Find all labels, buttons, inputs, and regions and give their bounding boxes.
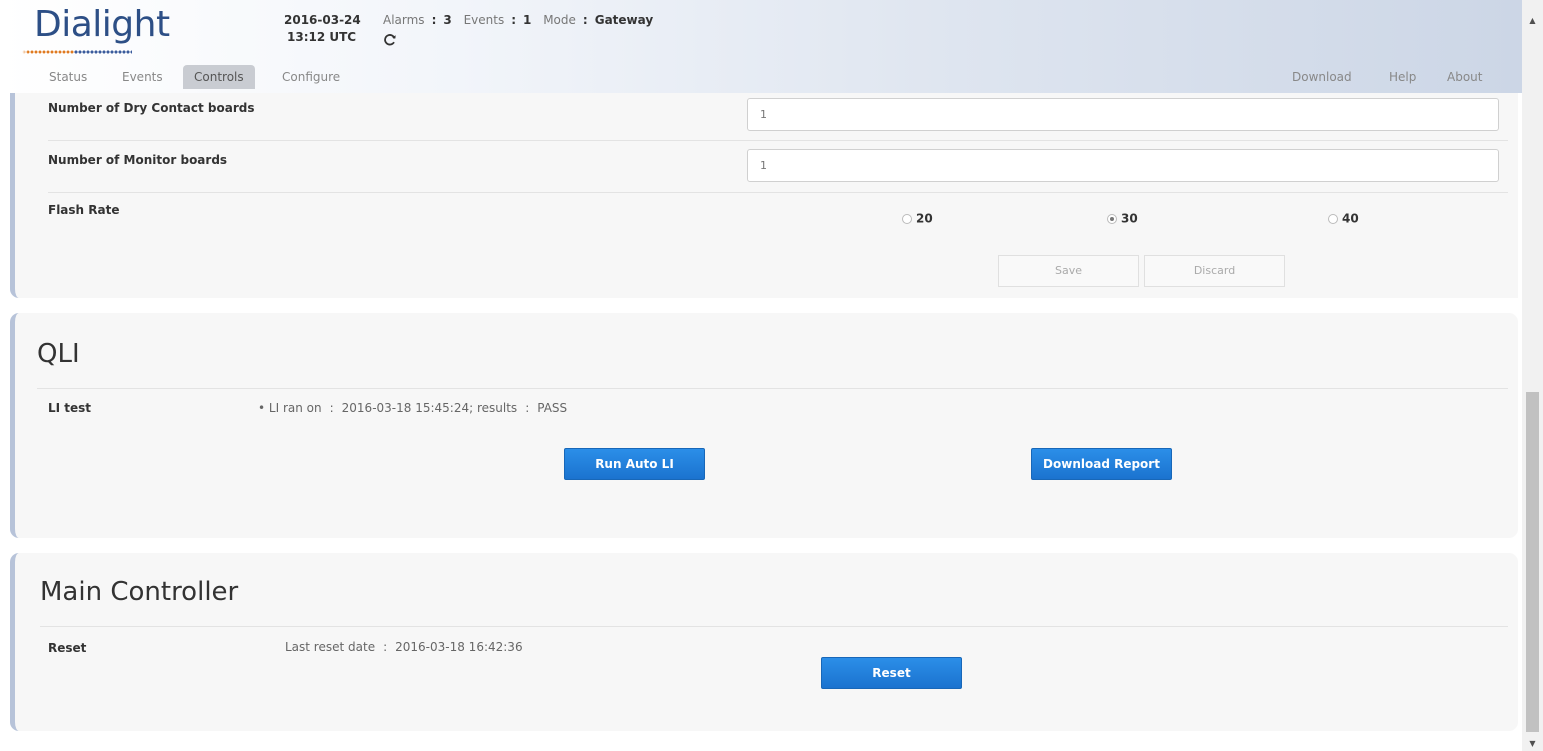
tab-events[interactable]: Events	[111, 65, 174, 89]
reset-button[interactable]: Reset	[821, 657, 962, 689]
last-reset-info: Last reset date:2016-03-18 16:42:36	[285, 640, 523, 654]
monitor-boards-input[interactable]	[747, 149, 1499, 182]
refresh-icon[interactable]	[383, 33, 397, 47]
nav-about[interactable]: About	[1436, 65, 1493, 89]
qli-panel: QLI LI test • LI ran on:2016-03-18 15:45…	[10, 313, 1518, 538]
li-ran-on-value: 2016-03-18 15:45:24;	[341, 401, 474, 415]
row-divider	[48, 192, 1508, 193]
alarms-count[interactable]: 3	[443, 13, 451, 27]
app-header: Dialight 2016-03-24 13:12 UTC Alarms:3 E…	[0, 0, 1522, 93]
dialight-logo: Dialight	[22, 3, 214, 63]
flash-rate-option-40[interactable]: 40	[1328, 208, 1359, 226]
section-divider	[37, 388, 1508, 389]
refresh-icon-graphic	[384, 34, 396, 46]
flash-rate-option-20[interactable]: 20	[902, 208, 933, 226]
main-controller-panel: Main Controller Reset Last reset date:20…	[10, 553, 1518, 731]
li-results-label: results	[476, 401, 518, 415]
li-results-value: PASS	[537, 401, 568, 415]
board-settings-panel: Number of Dry Contact boards Number of M…	[10, 60, 1518, 298]
app-window: Number of Dry Contact boards Number of M…	[0, 0, 1543, 751]
main-controller-section-title: Main Controller	[40, 577, 239, 607]
vertical-scrollbar[interactable]: ▲ ▼	[1522, 0, 1543, 751]
header-date: 2016-03-24	[284, 13, 361, 27]
alarms-label: Alarms	[383, 13, 425, 27]
monitor-boards-label: Number of Monitor boards	[48, 153, 228, 167]
run-auto-li-button[interactable]: Run Auto LI	[564, 448, 705, 480]
header-status: Alarms:3 Events:1 Mode: Gateway	[383, 13, 654, 27]
scrollbar-thumb[interactable]	[1526, 392, 1539, 732]
header-time: 13:12 UTC	[287, 30, 357, 44]
radio-button[interactable]	[1328, 213, 1338, 224]
download-report-button[interactable]: Download Report	[1031, 448, 1172, 480]
radio-button[interactable]	[902, 213, 912, 224]
tab-controls[interactable]: Controls	[183, 65, 255, 89]
mode-label: Mode	[543, 13, 576, 27]
logo-text: Dialight	[34, 4, 170, 45]
section-divider	[40, 626, 1508, 627]
tab-status[interactable]: Status	[38, 65, 98, 89]
last-reset-label: Last reset date	[285, 640, 376, 654]
bullet: •	[258, 401, 266, 415]
dry-contact-label: Number of Dry Contact boards	[48, 101, 255, 115]
scroll-up-arrow-icon[interactable]: ▲	[1522, 12, 1543, 29]
save-button[interactable]: Save	[998, 255, 1139, 287]
qli-section-title: QLI	[37, 339, 80, 369]
tab-configure[interactable]: Configure	[271, 65, 351, 89]
events-count[interactable]: 1	[523, 13, 531, 27]
mode-value: Gateway	[594, 13, 654, 27]
li-test-info: • LI ran on:2016-03-18 15:45:24; results…	[258, 401, 568, 415]
nav-download[interactable]: Download	[1281, 65, 1363, 89]
nav-help[interactable]: Help	[1378, 65, 1427, 89]
radio-button-selected[interactable]	[1107, 213, 1117, 224]
row-divider	[48, 140, 1508, 141]
events-label: Events	[463, 13, 505, 27]
li-ran-on-label: LI ran on	[268, 401, 322, 415]
scroll-down-arrow-icon[interactable]: ▼	[1522, 735, 1543, 751]
logo-dots-blue	[74, 49, 132, 55]
last-reset-value: 2016-03-18 16:42:36	[395, 640, 523, 654]
dry-contact-boards-input[interactable]	[747, 98, 1499, 131]
main-nav: Status Events Controls Configure Downloa…	[0, 62, 1522, 92]
flash-rate-option-30[interactable]: 30	[1107, 208, 1138, 226]
discard-button[interactable]: Discard	[1144, 255, 1285, 287]
li-test-label: LI test	[48, 401, 92, 415]
reset-label: Reset	[48, 641, 87, 655]
flash-rate-label: Flash Rate	[48, 203, 120, 217]
